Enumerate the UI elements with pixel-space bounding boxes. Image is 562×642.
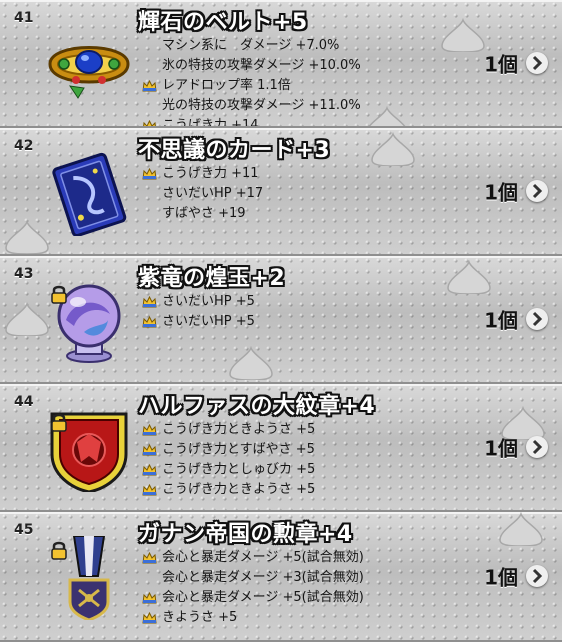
slime-watermark-icon [371, 132, 415, 166]
stat-line: こうげき力 +14 [142, 116, 361, 126]
crown-icon [142, 444, 157, 456]
crown-icon [142, 484, 157, 496]
stat-line: レアドロップ率 1.1倍 [142, 76, 361, 96]
crown-icon [142, 464, 157, 476]
item-title: ハルファスの大紋章+4 [138, 394, 376, 419]
crown-icon [142, 552, 157, 564]
stat-line: すばやさ +19 [162, 206, 246, 221]
crown-icon [142, 296, 157, 308]
item-number: 42 [14, 138, 34, 154]
item-row[interactable]: 44 ハルファスの大紋章+4 こうげき力ときようさ +5 こうげき力とすばやさ … [0, 384, 562, 512]
crown-icon [142, 612, 157, 624]
stat-list: こうげき力 +11 さいだいHP +17 すばやさ +19 [142, 164, 263, 224]
stat-line: こうげき力とすばやさ +5 [142, 440, 315, 460]
stat-list: こうげき力ときようさ +5 こうげき力とすばやさ +5 こうげき力としゅびカ +… [142, 420, 315, 500]
item-number: 41 [14, 10, 34, 26]
crown-icon [142, 80, 157, 92]
chevron-right-icon[interactable] [526, 565, 548, 587]
item-title: 不思議のカード+3 [138, 138, 331, 163]
stat-line: こうげき力ときようさ +5 [142, 480, 315, 500]
item-row[interactable]: 43 紫竜の煌玉+2 さいだいHP +5 さいだいHP +5 1個 [0, 256, 562, 384]
item-quantity: 1個 [484, 308, 518, 333]
chevron-right-icon[interactable] [526, 52, 548, 74]
item-number: 45 [14, 522, 34, 538]
stat-list: さいだいHP +5 さいだいHP +5 [142, 292, 255, 332]
slime-watermark-icon [499, 512, 543, 546]
stat-line: マシン系に ダメージ +7.0% [162, 38, 340, 53]
chevron-right-icon[interactable] [526, 180, 548, 202]
item-row[interactable]: 45 ガナン帝国の勲章+4 会心と暴走ダメージ +5(試合無効) 会心と暴走ダメ… [0, 512, 562, 642]
stat-list: マシン系に ダメージ +7.0% 氷の特技の攻撃ダメージ +10.0% レアドロ… [142, 36, 361, 126]
slime-watermark-icon [447, 260, 491, 294]
crown-icon [142, 316, 157, 328]
lock-icon [51, 285, 67, 304]
stat-line: こうげき力としゅびカ +5 [142, 460, 315, 480]
stat-line: こうげき力ときようさ +5 [142, 420, 315, 440]
chevron-right-icon[interactable] [526, 308, 548, 330]
stat-line: さいだいHP +5 [142, 292, 255, 312]
item-quantity: 1個 [484, 52, 518, 77]
stat-line: 氷の特技の攻撃ダメージ +10.0% [162, 58, 361, 73]
lock-icon [51, 413, 67, 432]
stat-list: 会心と暴走ダメージ +5(試合無効) 会心と暴走ダメージ +3(試合無効) 会心… [142, 548, 364, 628]
crown-icon [143, 120, 156, 126]
crown-icon [142, 168, 157, 180]
stat-line: さいだいHP +17 [162, 186, 264, 201]
item-row[interactable]: 42 不思議のカード+3 こうげき力 +11 さいだいHP +17 すばやさ +… [0, 128, 562, 256]
gem-belt-icon [48, 46, 130, 99]
stat-line: 光の特技の攻撃ダメージ +11.0% [162, 98, 361, 113]
mystery-card-icon [52, 152, 127, 236]
item-quantity: 1個 [484, 565, 518, 590]
item-title: 輝石のベルト+5 [138, 10, 308, 35]
slime-watermark-icon [229, 346, 273, 380]
stat-line: 会心と暴走ダメージ +5(試合無効) [142, 588, 364, 608]
item-title: 紫竜の煌玉+2 [138, 266, 286, 291]
stat-line: さいだいHP +5 [142, 312, 255, 332]
stat-line: きようさ +5 [142, 608, 364, 628]
item-number: 44 [14, 394, 34, 410]
crown-icon [142, 592, 157, 604]
lock-icon [51, 541, 67, 560]
stat-line: こうげき力 +11 [142, 164, 263, 184]
item-number: 43 [14, 266, 34, 282]
slime-watermark-icon [441, 18, 485, 52]
item-quantity: 1個 [484, 436, 518, 461]
crown-icon [142, 424, 157, 436]
item-title: ガナン帝国の勲章+4 [138, 522, 353, 547]
item-row[interactable]: 41 輝石のベルト+5 マシン系に ダメージ +7.0% 氷の特技の攻撃ダメージ… [0, 0, 562, 128]
slime-watermark-icon [368, 106, 406, 126]
accessory-list: 41 輝石のベルト+5 マシン系に ダメージ +7.0% 氷の特技の攻撃ダメージ… [0, 0, 562, 642]
stat-line: 会心と暴走ダメージ +3(試合無効) [162, 570, 364, 585]
item-quantity: 1個 [484, 180, 518, 205]
stat-line: 会心と暴走ダメージ +5(試合無効) [142, 548, 364, 568]
chevron-right-icon[interactable] [526, 436, 548, 458]
